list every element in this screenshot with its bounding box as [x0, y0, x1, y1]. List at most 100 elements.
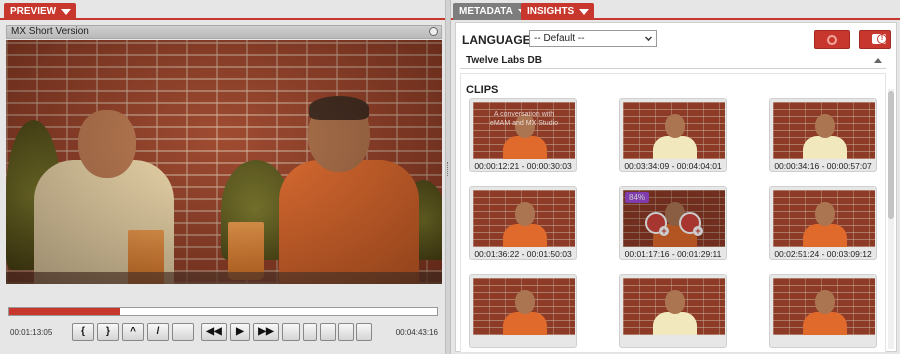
video-player[interactable]: [6, 40, 442, 284]
clip-time-range: 00:02:51:24 - 00:03:09:12: [774, 249, 872, 259]
clip-overlay-text: A conversation with eMAM and MX Studio: [489, 111, 559, 127]
insights-tabbar: METADATA INSIGHTS: [451, 0, 900, 20]
language-label: LANGUAGE: [462, 33, 531, 47]
screens-button[interactable]: [172, 323, 194, 341]
language-select-value: -- Default --: [534, 33, 585, 44]
mark-out-icon: }: [106, 326, 110, 337]
mark-out-button[interactable]: }: [97, 323, 119, 341]
clip-thumbnail[interactable]: [473, 278, 575, 335]
clip-thumbnail[interactable]: 84% + +: [623, 190, 725, 247]
clip-person-head: [515, 202, 535, 226]
clip-thumbnail[interactable]: [623, 102, 725, 159]
clips-title: CLIPS: [466, 84, 499, 96]
notifications-button[interactable]: !: [859, 30, 891, 49]
pen-button[interactable]: /: [147, 323, 169, 341]
video-vignette: [6, 40, 442, 284]
clip-card[interactable]: [469, 274, 577, 348]
plus-icon: +: [693, 226, 703, 236]
clip-person-body: [803, 136, 847, 159]
pen-icon: /: [156, 326, 160, 337]
refresh-icon[interactable]: [429, 27, 438, 36]
clip-person-head: [665, 114, 685, 138]
collapse-icon[interactable]: [874, 58, 882, 63]
add-to-timeline-icon[interactable]: +: [645, 212, 669, 236]
chevron-down-icon: [579, 9, 590, 15]
clips-scrollbar[interactable]: [888, 89, 894, 349]
db-section-header[interactable]: Twelve Labs DB: [460, 53, 886, 69]
clip-person-body: [653, 136, 697, 159]
language-select[interactable]: -- Default --: [529, 30, 657, 47]
clip-card[interactable]: 00:02:51:24 - 00:03:09:12: [769, 186, 877, 260]
fast-forward-button[interactable]: ▶▶: [253, 323, 279, 341]
fullscreen-button[interactable]: [356, 323, 372, 341]
tab-insights-label: INSIGHTS: [527, 6, 575, 17]
insights-content: LANGUAGE -- Default -- ! Twelve Labs DB …: [455, 22, 897, 353]
tab-preview-label: PREVIEW: [10, 6, 57, 17]
record-icon: [827, 34, 837, 45]
clip-card[interactable]: 00:00:34:16 - 00:00:57:07: [769, 98, 877, 172]
clip-thumbnail[interactable]: [773, 278, 875, 335]
clip-thumbnail[interactable]: [773, 190, 875, 247]
clip-thumbnail[interactable]: [773, 102, 875, 159]
playback-progress-fill: [9, 308, 121, 315]
mark-in-icon: {: [81, 326, 85, 337]
caption-button[interactable]: [282, 323, 300, 341]
clip-thumbnail[interactable]: [623, 278, 725, 335]
notification-count-icon: !: [877, 34, 887, 44]
chevron-down-icon: [645, 34, 652, 41]
clip-time-range: 00:00:34:16 - 00:00:57:07: [774, 161, 872, 171]
chevron-down-icon: [61, 9, 72, 15]
clip-person-body: [503, 136, 547, 159]
settings-button[interactable]: [338, 323, 354, 341]
scrollbar-thumb[interactable]: [888, 91, 894, 219]
tab-metadata-label: METADATA: [459, 6, 513, 17]
rewind-icon: ◀◀: [206, 326, 222, 337]
clip-person-head: [515, 290, 535, 314]
splitter-grip-icon[interactable]: [447, 162, 449, 176]
up-icon: ^: [130, 326, 136, 337]
clip-time-range: 00:01:17:16 - 00:01:29:11: [624, 249, 722, 259]
total-time: 00:04:43:16: [395, 328, 438, 337]
playback-controls: 00:01:13:05 {} ^ / ◀◀ ▶ ▶▶ 00:04:43:16: [6, 322, 442, 344]
playback-progress-bar[interactable]: [8, 307, 438, 316]
play-icon: ▶: [236, 326, 244, 337]
clip-person-head: [815, 290, 835, 314]
plus-icon: +: [659, 226, 669, 236]
clip-person-body: [503, 224, 547, 247]
clip-person-head: [815, 114, 835, 138]
tab-insights[interactable]: INSIGHTS: [521, 3, 595, 20]
clip-card[interactable]: 00:01:36:22 - 00:01:50:03: [469, 186, 577, 260]
preview-tabbar: PREVIEW: [0, 0, 445, 20]
up-button[interactable]: ^: [122, 323, 144, 341]
fast-forward-icon: ▶▶: [258, 326, 274, 337]
snapshot-button[interactable]: [320, 323, 336, 341]
add-clip-icon[interactable]: +: [679, 212, 703, 236]
preview-panel: PREVIEW MX Short Version 00:01:13:05 {} ^…: [0, 0, 445, 354]
clip-card[interactable]: A conversation with eMAM and MX Studio 00…: [469, 98, 577, 172]
clip-card[interactable]: [619, 274, 727, 348]
rewind-button[interactable]: ◀◀: [201, 323, 227, 341]
clip-card[interactable]: 00:03:34:09 - 00:04:04:01: [619, 98, 727, 172]
tab-preview[interactable]: PREVIEW: [4, 3, 77, 20]
clip-card[interactable]: 84% + +00:01:17:16 - 00:01:29:11: [619, 186, 727, 260]
db-title: Twelve Labs DB: [466, 55, 542, 66]
clips-section: CLIPS A conversation with eMAM and MX St…: [460, 73, 886, 353]
video-title: MX Short Version: [11, 26, 89, 37]
record-button[interactable]: [814, 30, 850, 49]
confidence-badge: 84%: [625, 192, 650, 203]
play-button[interactable]: ▶: [230, 323, 250, 341]
clip-person-body: [503, 312, 547, 335]
current-time: 00:01:13:05: [10, 328, 53, 337]
volume-button[interactable]: [303, 323, 317, 341]
clip-thumbnail[interactable]: A conversation with eMAM and MX Studio: [473, 102, 575, 159]
insights-panel: METADATA INSIGHTS LANGUAGE -- Default --…: [451, 0, 900, 354]
video-title-bar: MX Short Version: [6, 25, 442, 39]
clip-time-range: 00:03:34:09 - 00:04:04:01: [624, 161, 722, 171]
mark-in-button[interactable]: {: [72, 323, 94, 341]
clip-time-range: 00:00:12:21 - 00:00:30:03: [474, 161, 572, 171]
clip-card[interactable]: [769, 274, 877, 348]
clip-thumbnail[interactable]: [473, 190, 575, 247]
clip-person-body: [803, 224, 847, 247]
clip-person-head: [815, 202, 835, 226]
clip-person-head: [665, 290, 685, 314]
